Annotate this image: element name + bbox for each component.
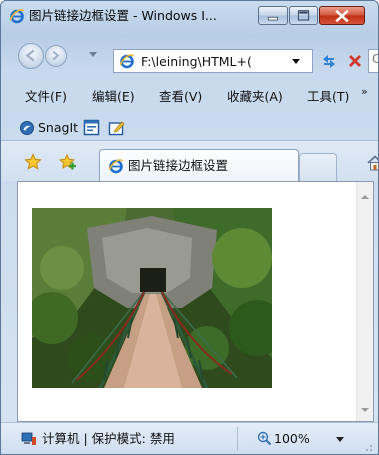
links-toolbar: SnagIt <box>1 115 378 141</box>
favorites-star-icon[interactable] <box>24 153 42 171</box>
browser-window: 图片链接边框设置 - Windows I... F:\leining\HTML+… <box>0 0 379 455</box>
resize-grip-icon[interactable] <box>363 442 373 452</box>
navigation-bar: F:\leining\HTML+( C <box>1 37 378 73</box>
menu-bar: 文件(F) 编辑(E) 查看(V) 收藏夹(A) 工具(T) » <box>1 85 378 109</box>
internet-explorer-icon <box>9 9 25 24</box>
zoom-icon[interactable] <box>257 431 272 446</box>
stop-icon <box>349 55 361 67</box>
internet-explorer-icon <box>108 159 124 174</box>
menu-file[interactable]: 文件(F) <box>25 89 67 105</box>
recent-pages-dropdown[interactable] <box>89 52 97 57</box>
linked-image[interactable] <box>32 208 272 388</box>
menu-overflow-chevron[interactable]: » <box>361 85 368 98</box>
tab-title: 图片链接边框设置 <box>128 158 229 173</box>
security-zone-text: 计算机 | 保护模式: 禁用 <box>42 431 175 446</box>
close-icon <box>335 9 349 23</box>
maximize-button[interactable] <box>289 6 318 25</box>
tab-row: 图片链接边框设置 <box>1 141 379 182</box>
capture-window-icon[interactable] <box>83 119 100 136</box>
address-input[interactable]: F:\leining\HTML+( <box>141 53 285 70</box>
search-placeholder: C <box>372 52 378 66</box>
search-input[interactable]: C <box>368 49 378 73</box>
new-tab-button[interactable] <box>299 153 337 181</box>
minimize-icon <box>267 16 279 21</box>
internet-explorer-icon <box>119 54 135 69</box>
menu-tools[interactable]: 工具(T) <box>307 89 349 105</box>
menu-favorites[interactable]: 收藏夹(A) <box>227 89 283 105</box>
close-button[interactable] <box>319 6 365 25</box>
add-favorite-icon[interactable] <box>59 153 77 171</box>
scroll-down-arrow-icon[interactable] <box>361 408 369 412</box>
page-content[interactable] <box>17 181 374 422</box>
minimize-button[interactable] <box>258 6 288 25</box>
window-title: 图片链接边框设置 - Windows I... <box>29 8 217 23</box>
refresh-icon <box>323 55 335 68</box>
tab-active[interactable]: 图片链接边框设置 <box>99 149 299 182</box>
title-bar[interactable]: 图片链接边框设置 - Windows I... <box>1 1 378 31</box>
bridge-photo <box>32 208 272 388</box>
snagit-icon <box>20 121 34 135</box>
back-button[interactable] <box>18 43 44 69</box>
status-bar: 计算机 | 保护模式: 禁用 100% <box>1 422 378 454</box>
menu-view[interactable]: 查看(V) <box>159 89 202 105</box>
address-dropdown[interactable] <box>292 59 300 64</box>
snagit-button[interactable]: SnagIt <box>38 120 78 136</box>
zoom-level[interactable]: 100% <box>274 431 310 447</box>
maximize-icon <box>297 10 310 21</box>
zoom-dropdown[interactable] <box>336 437 344 442</box>
forward-button[interactable] <box>45 45 67 67</box>
stop-button[interactable] <box>343 49 367 73</box>
scroll-up-arrow-icon[interactable] <box>361 195 369 199</box>
forward-arrow-icon <box>52 50 60 61</box>
back-arrow-icon <box>25 49 35 62</box>
home-icon[interactable] <box>366 154 379 172</box>
menu-edit[interactable]: 编辑(E) <box>92 89 135 105</box>
edit-capture-icon[interactable] <box>108 119 125 136</box>
address-bar[interactable]: F:\leining\HTML+( <box>113 49 313 73</box>
computer-icon <box>21 432 36 445</box>
refresh-button[interactable] <box>317 49 341 73</box>
vertical-scrollbar[interactable] <box>356 182 373 421</box>
status-divider <box>237 427 238 451</box>
